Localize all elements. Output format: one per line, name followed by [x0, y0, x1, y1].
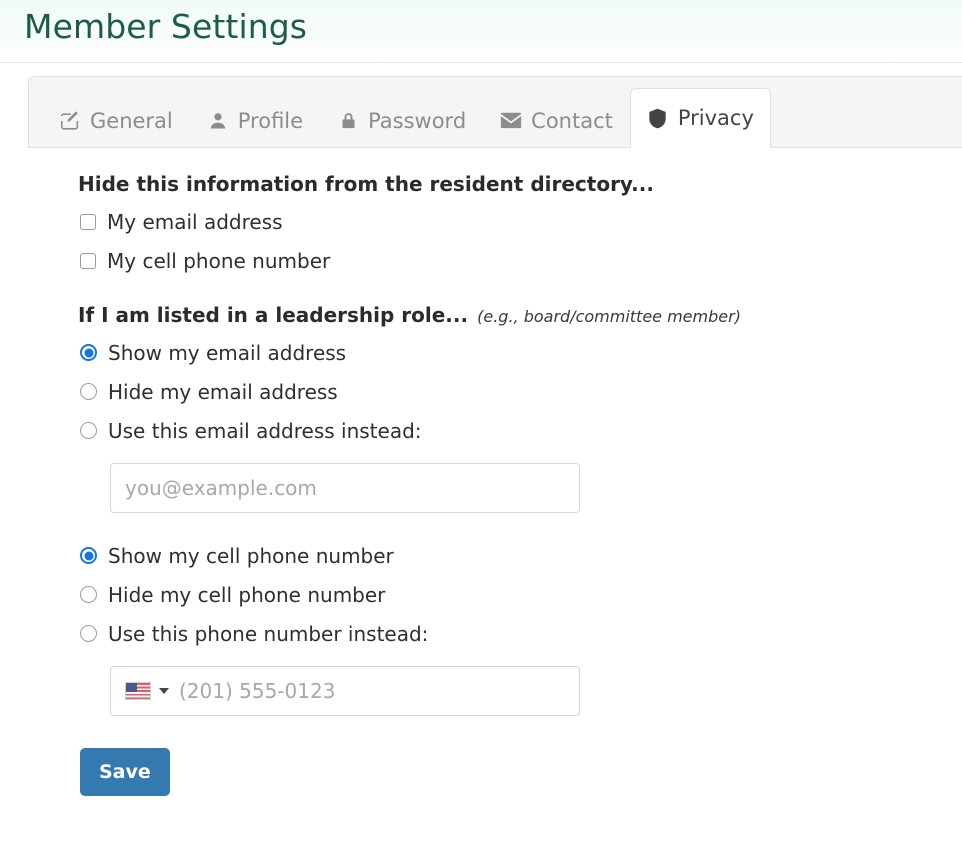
save-wrap: Save	[78, 748, 962, 796]
radio-row-hide-email[interactable]: Hide my email address	[78, 372, 962, 411]
hide-phone-radio-label: Hide my cell phone number	[108, 582, 386, 607]
hide-email-checkbox[interactable]	[80, 213, 96, 230]
show-email-radio[interactable]	[80, 344, 97, 361]
hide-phone-label: My cell phone number	[107, 248, 331, 273]
leadership-heading-note: (e.g., board/committee member)	[477, 307, 741, 326]
alt-email-label: Use this email address instead:	[108, 418, 422, 443]
tab-privacy[interactable]: Privacy	[629, 88, 771, 148]
tab-general-label: General	[90, 108, 173, 133]
tab-general[interactable]: General	[42, 92, 190, 148]
alt-email-input-wrap	[78, 463, 962, 513]
lock-icon	[337, 110, 359, 132]
tab-password-label: Password	[368, 108, 467, 133]
radio-row-alt-phone[interactable]: Use this phone number instead:	[78, 614, 962, 653]
save-button[interactable]: Save	[80, 748, 170, 796]
alt-email-radio[interactable]	[80, 422, 97, 439]
edit-square-icon	[59, 110, 81, 132]
tab-contact-label: Contact	[531, 108, 613, 133]
radio-row-show-email[interactable]: Show my email address	[78, 333, 962, 372]
page-header: Member Settings	[0, 0, 962, 63]
show-phone-radio[interactable]	[80, 547, 97, 564]
hide-email-radio[interactable]	[80, 383, 97, 400]
radio-row-show-phone[interactable]: Show my cell phone number	[78, 536, 962, 575]
page-title: Member Settings	[24, 7, 308, 46]
leadership-heading-text: If I am listed in a leadership role...	[78, 303, 469, 327]
hide-section-heading: Hide this information from the resident …	[78, 172, 962, 196]
alt-phone-label: Use this phone number instead:	[108, 621, 429, 646]
shield-icon	[647, 107, 669, 129]
country-select[interactable]	[111, 667, 179, 715]
tab-password[interactable]: Password	[320, 92, 483, 148]
hide-section-heading-text: Hide this information from the resident …	[78, 172, 654, 196]
tab-strip: General Profile Password Contact Privacy	[28, 76, 962, 148]
hide-email-label: My email address	[107, 209, 283, 234]
tab-privacy-label: Privacy	[677, 106, 754, 130]
checkbox-row-email[interactable]: My email address	[78, 202, 962, 241]
envelope-icon	[500, 110, 522, 132]
tab-profile[interactable]: Profile	[190, 92, 320, 148]
hide-email-radio-label: Hide my email address	[108, 379, 338, 404]
checkbox-row-phone[interactable]: My cell phone number	[78, 241, 962, 280]
radio-row-hide-phone[interactable]: Hide my cell phone number	[78, 575, 962, 614]
alt-email-input[interactable]	[110, 463, 580, 513]
radio-row-alt-email[interactable]: Use this email address instead:	[78, 411, 962, 450]
us-flag-icon	[125, 682, 151, 700]
privacy-tab-panel: Hide this information from the resident …	[28, 148, 962, 796]
hide-phone-radio[interactable]	[80, 586, 97, 603]
alt-phone-input[interactable]	[179, 667, 579, 715]
show-phone-label: Show my cell phone number	[108, 543, 394, 568]
hide-phone-checkbox[interactable]	[80, 252, 96, 269]
settings-panel: General Profile Password Contact Privacy…	[28, 76, 962, 796]
phone-input-group	[110, 666, 580, 716]
tab-profile-label: Profile	[237, 108, 304, 133]
user-icon	[207, 110, 229, 132]
alt-phone-radio[interactable]	[80, 625, 97, 642]
tab-contact[interactable]: Contact	[483, 92, 630, 148]
leadership-section-heading: If I am listed in a leadership role... (…	[78, 303, 962, 327]
show-email-label: Show my email address	[108, 340, 347, 365]
chevron-down-icon	[159, 688, 169, 694]
alt-phone-input-wrap	[78, 666, 962, 716]
